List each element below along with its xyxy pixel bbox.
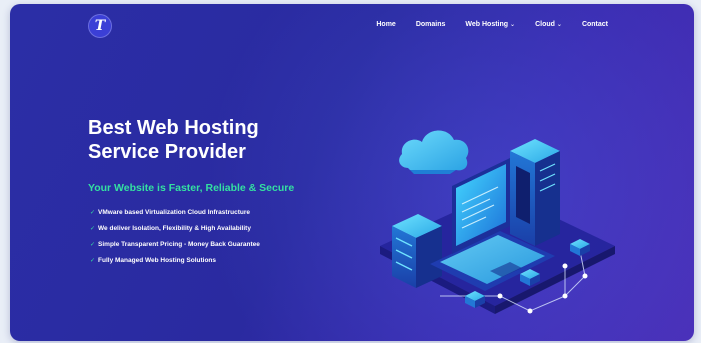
nav-label: Home (376, 21, 396, 28)
chevron-down-icon: ⌄ (510, 22, 516, 28)
feature-item: ✓ VMware based Virtualization Cloud Infra… (90, 205, 260, 221)
brand-logo[interactable]: T (88, 14, 112, 38)
feature-item: ✓ We deliver Isolation, Flexibility & Hig… (90, 221, 260, 237)
feature-text: Simple Transparent Pricing - Money Back … (98, 241, 260, 248)
nav-cloud[interactable]: Cloud ⌄ (535, 21, 562, 28)
feature-list: ✓ VMware based Virtualization Cloud Infra… (90, 205, 260, 269)
chevron-down-icon: ⌄ (556, 22, 562, 28)
feature-text: Fully Managed Web Hosting Solutions (98, 257, 216, 264)
nav-label: Contact (581, 21, 608, 28)
nav-contact[interactable]: Contact (582, 21, 608, 28)
check-icon: ✓ (90, 242, 96, 248)
nav-label: Domains (415, 21, 446, 28)
nav-label: Web Hosting (465, 21, 509, 28)
check-icon: ✓ (90, 258, 96, 264)
nav-domains[interactable]: Domains (416, 21, 446, 28)
nav-web-hosting[interactable]: Web Hosting ⌄ (465, 21, 515, 28)
nav-home[interactable]: Home (376, 21, 395, 28)
server-icon (510, 139, 560, 246)
hero-title-line: Best Web Hosting (88, 117, 259, 139)
feature-item: ✓ Simple Transparent Pricing - Money Back… (90, 237, 260, 253)
feature-item: ✓ Fully Managed Web Hosting Solutions (90, 253, 260, 269)
hero-section: T Home Domains Web Hosting ⌄ Cloud ⌄ Conta… (10, 4, 694, 341)
feature-text: VMware based Virtualization Cloud Infras… (98, 209, 250, 216)
check-icon: ✓ (90, 210, 96, 216)
hero-title: Best Web Hosting Service Provider (88, 116, 318, 164)
main-nav: Home Domains Web Hosting ⌄ Cloud ⌄ Contact (356, 21, 608, 28)
nav-label: Cloud (535, 21, 555, 28)
cloud-icon (399, 130, 469, 174)
feature-text: We deliver Isolation, Flexibility & High… (98, 225, 251, 232)
server-icon (392, 214, 442, 288)
hero-subtitle: Your Website is Faster, Reliable & Secur… (88, 182, 295, 194)
hosting-illustration (380, 130, 615, 314)
check-icon: ✓ (90, 226, 96, 232)
hero-title-line: Service Provider (88, 141, 246, 163)
